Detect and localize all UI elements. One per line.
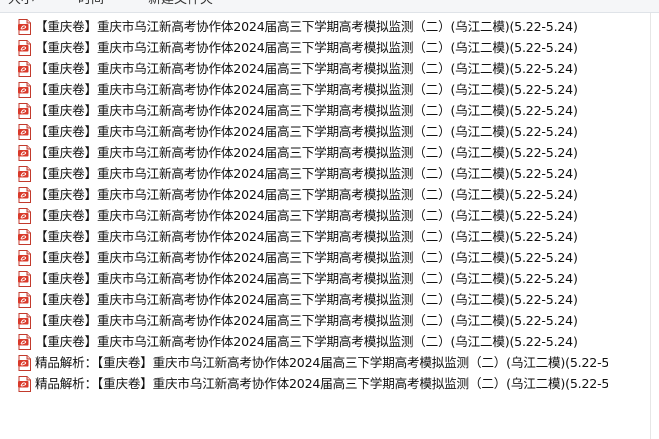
pdf-file-icon	[18, 39, 31, 56]
file-list-item[interactable]: 【重庆卷】重庆市乌江新高考协作体2024届高三下学期高考模拟监测（二）(乌江二模…	[18, 142, 608, 163]
file-name: 【重庆卷】重庆市乌江新高考协作体2024届高三下学期高考模拟监测（二）(乌江二模…	[35, 229, 578, 244]
file-list-item[interactable]: 【重庆卷】重庆市乌江新高考协作体2024届高三下学期高考模拟监测（二）(乌江二模…	[18, 100, 608, 121]
file-name: 【重庆卷】重庆市乌江新高考协作体2024届高三下学期高考模拟监测（二）(乌江二模…	[35, 166, 578, 181]
file-name: 【重庆卷】重庆市乌江新高考协作体2024届高三下学期高考模拟监测（二）(乌江二模…	[35, 103, 578, 118]
file-list-item[interactable]: 精品解析：【重庆卷】重庆市乌江新高考协作体2024届高三下学期高考模拟监测（二）…	[18, 352, 608, 373]
file-list-item[interactable]: 【重庆卷】重庆市乌江新高考协作体2024届高三下学期高考模拟监测（二）(乌江二模…	[18, 226, 608, 247]
file-list-item[interactable]: 【重庆卷】重庆市乌江新高考协作体2024届高三下学期高考模拟监测（二）(乌江二模…	[18, 205, 608, 226]
pdf-file-icon	[18, 207, 31, 224]
pdf-file-icon	[18, 249, 31, 266]
pdf-file-icon	[18, 354, 31, 371]
file-list-item[interactable]: 【重庆卷】重庆市乌江新高考协作体2024届高三下学期高考模拟监测（二）(乌江二模…	[18, 184, 608, 205]
file-name: 【重庆卷】重庆市乌江新高考协作体2024届高三下学期高考模拟监测（二）(乌江二模…	[35, 334, 578, 349]
file-name: 【重庆卷】重庆市乌江新高考协作体2024届高三下学期高考模拟监测（二）(乌江二模…	[35, 40, 578, 55]
file-name: 【重庆卷】重庆市乌江新高考协作体2024届高三下学期高考模拟监测（二）(乌江二模…	[35, 208, 578, 223]
pdf-file-icon	[18, 228, 31, 245]
pdf-file-icon	[18, 312, 31, 329]
pdf-file-icon	[18, 18, 31, 35]
file-name: 【重庆卷】重庆市乌江新高考协作体2024届高三下学期高考模拟监测（二）(乌江二模…	[35, 271, 578, 286]
file-list-item[interactable]: 精品解析：【重庆卷】重庆市乌江新高考协作体2024届高三下学期高考模拟监测（二）…	[18, 373, 608, 394]
pdf-file-icon	[18, 291, 31, 308]
pdf-file-icon	[18, 81, 31, 98]
pdf-file-icon	[18, 333, 31, 350]
file-list: 【重庆卷】重庆市乌江新高考协作体2024届高三下学期高考模拟监测（二）(乌江二模…	[18, 16, 608, 394]
pdf-file-icon	[18, 375, 31, 392]
file-name: 【重庆卷】重庆市乌江新高考协作体2024届高三下学期高考模拟监测（二）(乌江二模…	[35, 145, 578, 160]
file-name: 【重庆卷】重庆市乌江新高考协作体2024届高三下学期高考模拟监测（二）(乌江二模…	[35, 82, 578, 97]
toolbar: 大小 时间 新建文件夹	[0, 0, 659, 13]
file-name: 【重庆卷】重庆市乌江新高考协作体2024届高三下学期高考模拟监测（二）(乌江二模…	[35, 292, 578, 307]
pdf-file-icon	[18, 270, 31, 287]
file-name: 精品解析：【重庆卷】重庆市乌江新高考协作体2024届高三下学期高考模拟监测（二）…	[35, 376, 608, 391]
file-name: 精品解析：【重庆卷】重庆市乌江新高考协作体2024届高三下学期高考模拟监测（二）…	[35, 355, 608, 370]
file-list-item[interactable]: 【重庆卷】重庆市乌江新高考协作体2024届高三下学期高考模拟监测（二）(乌江二模…	[18, 121, 608, 142]
vertical-scrollbar[interactable]	[650, 13, 659, 439]
column-header-size[interactable]: 大小	[8, 0, 34, 8]
pdf-file-icon	[18, 186, 31, 203]
file-name: 【重庆卷】重庆市乌江新高考协作体2024届高三下学期高考模拟监测（二）(乌江二模…	[35, 187, 578, 202]
column-header-time[interactable]: 时间	[78, 0, 104, 8]
file-list-item[interactable]: 【重庆卷】重庆市乌江新高考协作体2024届高三下学期高考模拟监测（二）(乌江二模…	[18, 16, 608, 37]
file-list-item[interactable]: 【重庆卷】重庆市乌江新高考协作体2024届高三下学期高考模拟监测（二）(乌江二模…	[18, 58, 608, 79]
file-name: 【重庆卷】重庆市乌江新高考协作体2024届高三下学期高考模拟监测（二）(乌江二模…	[35, 313, 578, 328]
file-list-item[interactable]: 【重庆卷】重庆市乌江新高考协作体2024届高三下学期高考模拟监测（二）(乌江二模…	[18, 268, 608, 289]
file-name: 【重庆卷】重庆市乌江新高考协作体2024届高三下学期高考模拟监测（二）(乌江二模…	[35, 250, 578, 265]
file-explorer-window: 大小 时间 新建文件夹 【重庆卷】重庆市乌江新高考协作体2024届高三下学期高考…	[0, 0, 659, 439]
pdf-file-icon	[18, 102, 31, 119]
file-list-item[interactable]: 【重庆卷】重庆市乌江新高考协作体2024届高三下学期高考模拟监测（二）(乌江二模…	[18, 247, 608, 268]
file-list-item[interactable]: 【重庆卷】重庆市乌江新高考协作体2024届高三下学期高考模拟监测（二）(乌江二模…	[18, 163, 608, 184]
file-name: 【重庆卷】重庆市乌江新高考协作体2024届高三下学期高考模拟监测（二）(乌江二模…	[35, 124, 578, 139]
file-name: 【重庆卷】重庆市乌江新高考协作体2024届高三下学期高考模拟监测（二）(乌江二模…	[35, 19, 578, 34]
file-list-item[interactable]: 【重庆卷】重庆市乌江新高考协作体2024届高三下学期高考模拟监测（二）(乌江二模…	[18, 331, 608, 352]
pdf-file-icon	[18, 60, 31, 77]
file-list-item[interactable]: 【重庆卷】重庆市乌江新高考协作体2024届高三下学期高考模拟监测（二）(乌江二模…	[18, 310, 608, 331]
pdf-file-icon	[18, 144, 31, 161]
file-list-item[interactable]: 【重庆卷】重庆市乌江新高考协作体2024届高三下学期高考模拟监测（二）(乌江二模…	[18, 37, 608, 58]
pdf-file-icon	[18, 165, 31, 182]
file-list-item[interactable]: 【重庆卷】重庆市乌江新高考协作体2024届高三下学期高考模拟监测（二）(乌江二模…	[18, 289, 608, 310]
file-list-item[interactable]: 【重庆卷】重庆市乌江新高考协作体2024届高三下学期高考模拟监测（二）(乌江二模…	[18, 79, 608, 100]
pdf-file-icon	[18, 123, 31, 140]
file-name: 【重庆卷】重庆市乌江新高考协作体2024届高三下学期高考模拟监测（二）(乌江二模…	[35, 61, 578, 76]
new-folder-button[interactable]: 新建文件夹	[148, 0, 213, 8]
